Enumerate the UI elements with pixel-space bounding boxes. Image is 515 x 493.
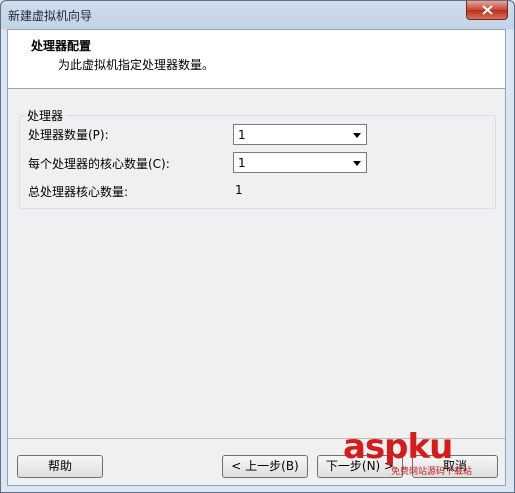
wizard-body: 处理器配置 为此虚拟机指定处理器数量。 处理器 处理器数量(P): 1 每个处理… [7, 29, 506, 486]
chevron-down-icon[interactable] [353, 133, 361, 138]
total-cores-value: 1 [235, 183, 243, 197]
window-title: 新建虚拟机向导 [8, 9, 93, 23]
watermark-text: aspku [343, 427, 453, 467]
title-bar[interactable]: 新建虚拟机向导 [1, 1, 514, 29]
watermark-subtext: 免费网站源码下载站 [391, 467, 473, 477]
num-processors-label: 处理器数量(P): [28, 128, 109, 142]
cores-per-processor-select[interactable]: 1 [233, 152, 367, 173]
watermark-logo: aspku 免费网站源码下载站 [343, 427, 493, 477]
page-title: 处理器配置 [31, 39, 92, 53]
wizard-window: 新建虚拟机向导 处理器配置 为此虚拟机指定处理器数量。 处理器 处理器数量(P)… [0, 0, 515, 493]
chevron-down-icon[interactable] [353, 161, 361, 166]
back-button[interactable]: < 上一步(B) [222, 455, 308, 478]
processor-group-label: 处理器 [25, 107, 66, 124]
num-processors-select[interactable]: 1 [233, 124, 367, 145]
close-icon [482, 5, 493, 15]
page-subtitle: 为此虚拟机指定处理器数量。 [58, 58, 215, 72]
total-cores-label: 总处理器核心数量: [28, 185, 129, 199]
header-band: 处理器配置 为此虚拟机指定处理器数量。 [8, 30, 505, 89]
close-button[interactable] [466, 1, 508, 20]
num-processors-value: 1 [238, 128, 246, 142]
cores-per-processor-value: 1 [238, 156, 246, 170]
cores-per-processor-label: 每个处理器的核心数量(C): [28, 157, 170, 171]
help-button[interactable]: 帮助 [17, 455, 103, 478]
